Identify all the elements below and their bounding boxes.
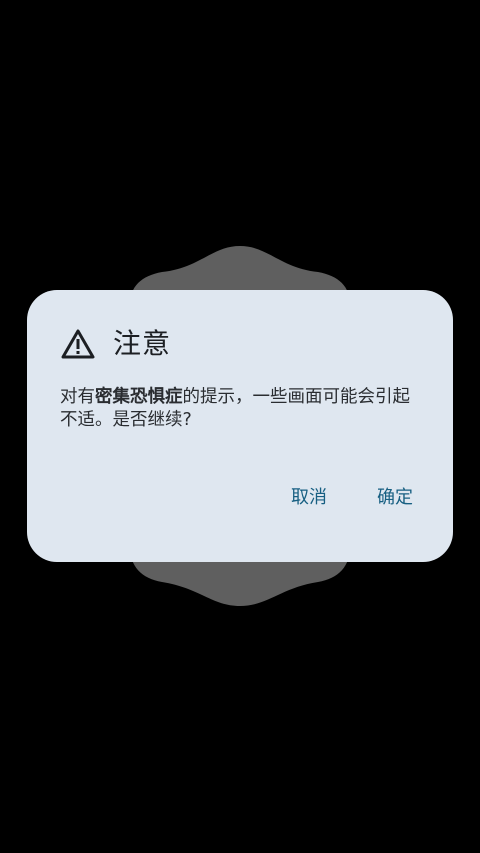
confirm-button[interactable]: 确定 [377, 484, 413, 510]
dialog-message: 对有密集恐惧症的提示，一些画面可能会引起不适。是否继续? [60, 386, 422, 432]
dialog-title: 注意 [113, 327, 172, 360]
message-emphasis: 密集恐惧症 [95, 387, 183, 407]
warning-triangle-icon [61, 328, 95, 360]
dialog-actions: 取消 确定 [291, 484, 413, 510]
message-prefix: 对有 [60, 387, 95, 407]
alert-dialog: 注意 对有密集恐惧症的提示，一些画面可能会引起不适。是否继续? 取消 确定 [27, 290, 453, 562]
cancel-button[interactable]: 取消 [291, 484, 327, 510]
screen: 注意 对有密集恐惧症的提示，一些画面可能会引起不适。是否继续? 取消 确定 [0, 0, 480, 853]
dialog-header: 注意 [61, 324, 171, 364]
